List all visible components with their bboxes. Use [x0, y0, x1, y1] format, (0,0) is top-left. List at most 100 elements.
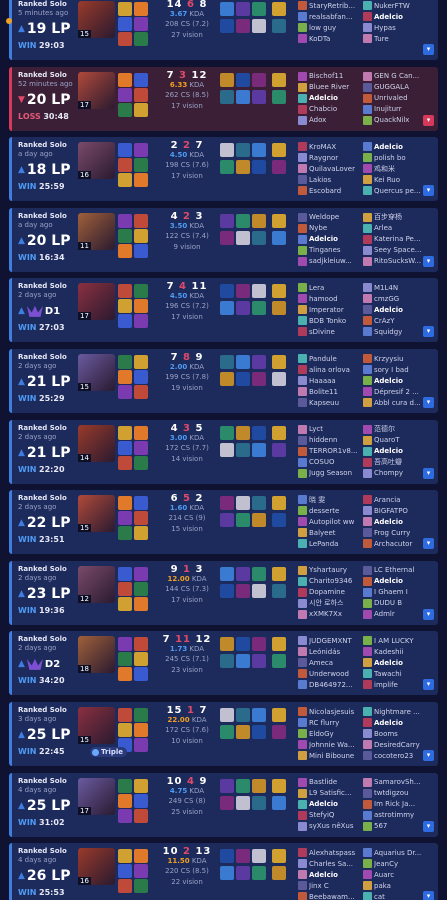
player-entry[interactable]: cocotero23: [363, 750, 427, 761]
player-name[interactable]: Alexhatspass: [309, 849, 361, 857]
spell-icon[interactable]: [134, 355, 148, 369]
spell-icon[interactable]: [134, 32, 148, 46]
champion-portrait[interactable]: 17: [78, 777, 115, 815]
item-icon[interactable]: [252, 654, 266, 669]
spell-icon[interactable]: [118, 793, 132, 808]
player-name[interactable]: hamood: [309, 295, 361, 303]
spell-icon[interactable]: [118, 228, 132, 243]
item-icon[interactable]: [252, 583, 266, 598]
item-icon[interactable]: [220, 143, 234, 158]
player-entry[interactable]: Jinx C: [298, 880, 362, 891]
spell-icon[interactable]: [134, 87, 148, 102]
spell-icon[interactable]: [134, 284, 148, 299]
item-icon[interactable]: [252, 301, 266, 316]
player-entry[interactable]: Underwood: [298, 668, 362, 679]
player-entry[interactable]: twtdigzou: [363, 788, 427, 799]
spell-icon[interactable]: [118, 102, 132, 117]
spell-icon[interactable]: [118, 32, 132, 46]
player-name[interactable]: StaryRetrib...: [309, 2, 361, 10]
player-entry[interactable]: Lyct: [298, 424, 362, 435]
player-name[interactable]: Mini Biboune: [309, 752, 361, 760]
player-entry[interactable]: RC flurry: [298, 717, 362, 728]
chevron-down-icon[interactable]: ▾: [423, 679, 434, 691]
player-name[interactable]: Dopamine: [309, 588, 361, 596]
spell-icon[interactable]: [134, 793, 148, 808]
item-icon[interactable]: [252, 637, 266, 652]
player-entry[interactable]: Nicolasjesuis: [298, 706, 362, 717]
player-entry[interactable]: polish bo: [363, 152, 427, 163]
item-icon[interactable]: [272, 372, 286, 386]
champion-portrait[interactable]: 11: [78, 212, 115, 250]
spell-icon[interactable]: [118, 723, 132, 737]
match-row[interactable]: Ranked Solo 4 days ago ▲ 26 LP WIN 25:53 16 10…: [9, 843, 438, 900]
chevron-down-icon[interactable]: ▾: [423, 608, 434, 620]
player-name[interactable]: Arlea: [374, 224, 426, 232]
item-icon[interactable]: [272, 72, 286, 87]
player-name[interactable]: GUGGALA: [374, 83, 426, 91]
player-entry[interactable]: I Ghaem I: [363, 587, 427, 598]
player-name[interactable]: QuackNilx: [374, 116, 426, 124]
player-entry[interactable]: cat: [363, 891, 427, 900]
player-name[interactable]: Adelcio: [374, 719, 426, 727]
spell-icon[interactable]: [134, 879, 148, 894]
player-name[interactable]: Yshartaury: [309, 566, 361, 574]
item-icon[interactable]: [220, 2, 234, 16]
match-row[interactable]: Ranked Solo 5 minutes ago ▲ 19 LP WIN 29:03 1…: [9, 0, 438, 60]
item-icon[interactable]: [272, 513, 286, 528]
item-icon[interactable]: [272, 143, 286, 158]
player-name[interactable]: 시안 로하스: [309, 598, 361, 608]
item-icon[interactable]: [236, 654, 250, 669]
player-name[interactable]: Ameca: [309, 659, 361, 667]
player-entry[interactable]: Tawachi: [363, 668, 427, 679]
player-entry[interactable]: Pandule: [298, 353, 362, 364]
spell-icon[interactable]: [134, 173, 148, 188]
chevron-down-icon[interactable]: ▾: [423, 185, 434, 197]
player-name[interactable]: xXMK7Xx: [309, 610, 361, 618]
player-name[interactable]: 鸡和米: [374, 164, 426, 174]
player-name[interactable]: Nybe: [309, 224, 361, 232]
champion-portrait[interactable]: 16: [78, 848, 115, 886]
player-name[interactable]: Kei Ruo: [374, 176, 426, 184]
player-entry[interactable]: Adelcio: [363, 516, 427, 527]
spell-icon[interactable]: [118, 440, 132, 455]
player-entry[interactable]: KroMAX: [298, 141, 362, 152]
player-entry[interactable]: Nightmare ...: [363, 706, 427, 717]
item-icon[interactable]: [236, 160, 250, 175]
spell-icon[interactable]: [134, 596, 148, 611]
player-name[interactable]: Jugg Season: [309, 469, 361, 477]
player-name[interactable]: 范德尔: [374, 424, 426, 434]
player-entry[interactable]: sDivine: [298, 326, 362, 337]
player-name[interactable]: I Ghaem I: [374, 588, 426, 596]
item-icon[interactable]: [252, 513, 266, 528]
chevron-down-icon[interactable]: ▾: [423, 114, 434, 126]
player-entry[interactable]: LePanda: [298, 538, 362, 549]
player-entry[interactable]: Yshartaury: [298, 565, 362, 576]
player-entry[interactable]: DUDU B: [363, 598, 427, 609]
player-entry[interactable]: Seey Space...: [363, 245, 427, 256]
match-row[interactable]: Ranked Solo 4 days ago ▲ 25 LP WIN 31:02 17 10…: [9, 772, 438, 837]
player-name[interactable]: Unrivaled: [374, 94, 426, 102]
player-name[interactable]: Adelcio: [374, 577, 426, 585]
player-entry[interactable]: hamood: [298, 293, 362, 304]
player-name[interactable]: Bluee River: [309, 83, 361, 91]
champion-portrait[interactable]: 15: [78, 354, 115, 391]
spell-icon[interactable]: [118, 496, 132, 511]
item-icon[interactable]: [236, 372, 250, 386]
spell-icon[interactable]: [118, 637, 132, 652]
player-name[interactable]: Squidgy: [374, 328, 426, 336]
player-name[interactable]: KoDTa: [309, 35, 361, 43]
spell-icon[interactable]: [118, 879, 132, 894]
player-name[interactable]: 567: [374, 822, 426, 830]
player-name[interactable]: Weldope: [309, 213, 361, 221]
player-name[interactable]: Autopilot ww: [309, 518, 361, 526]
player-name[interactable]: realsabfan...: [309, 13, 361, 21]
item-icon[interactable]: [220, 654, 234, 669]
player-name[interactable]: Jinx C: [309, 882, 361, 890]
player-entry[interactable]: L9 Satisfic...: [298, 788, 362, 799]
player-entry[interactable]: Kapseuu: [298, 397, 362, 408]
player-name[interactable]: Nightmare ...: [374, 708, 426, 716]
player-name[interactable]: Adelcio: [309, 871, 361, 879]
spell-icon[interactable]: [118, 143, 132, 158]
spell-icon[interactable]: [118, 581, 132, 596]
spell-icon[interactable]: [118, 213, 132, 228]
